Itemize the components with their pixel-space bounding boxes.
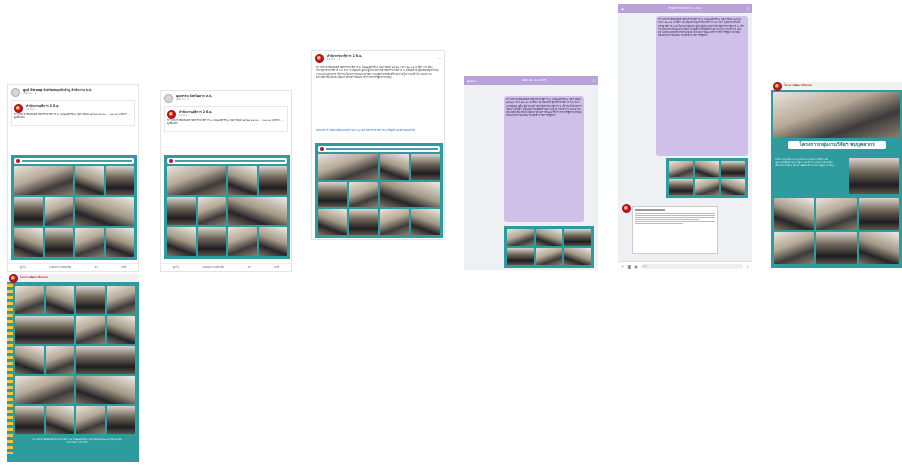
collage-banner xyxy=(318,146,440,152)
chat-message-bubble[interactable]: ข่าวประชาสัมพันธ์สำนักกรรมาธิการ ๒ ในพุฒ… xyxy=(504,96,584,222)
like-button[interactable]: ถูกใจ xyxy=(173,265,179,270)
message-text: ข่าวประชาสัมพันธ์สำนักกรรมาธิการ ๒ ในพุฒ… xyxy=(506,98,582,118)
org-logo xyxy=(773,82,782,91)
page-meta: 11 มิ.ย. · ⚲ xyxy=(327,58,341,61)
facebook-post-screenshot-1: ศูนย์ Strong จังหวัดหนองบัวลำภู สำนักงาน… xyxy=(7,84,139,272)
page-avatar[interactable] xyxy=(164,93,173,103)
photo-collage[interactable] xyxy=(315,143,443,238)
speaker-photo xyxy=(849,158,899,194)
message-input[interactable]: Aa xyxy=(641,263,744,269)
image-icon[interactable]: ▣ xyxy=(634,264,638,269)
chat-image-message[interactable] xyxy=(666,158,748,198)
line-chat-screenshot-2: ◀ สำนักกรรมาธิการ ๒ (OA) ☰ ข่าวประชาสัมพ… xyxy=(618,4,752,270)
poster-image-2: โครงการพัฒนาจริยธรรม ข่าวประชาสัมพันธ์สำ… xyxy=(7,274,139,462)
menu-icon[interactable]: ☰ xyxy=(746,7,749,11)
post-header: สำนักกรรมาธิการ 2 มิ.ย. 11 มิ.ย. · ⚲ ··· xyxy=(312,51,444,65)
facebook-post-screenshot-2: คุณธรรม จังหวัดตาก ส.ป. เมื่อวาน · ⚲ สำน… xyxy=(160,90,292,272)
shared-post[interactable]: สำนักงานอธิการ 2 มิ.ย. 11 มิ.ย. ข่าวประช… xyxy=(164,106,288,132)
menu-icon[interactable]: ☰ xyxy=(592,79,595,83)
more-options-icon[interactable]: ··· xyxy=(437,56,441,61)
post-actions-bar: ถูกใจ แสดงความคิดเห็น ส่ง แชร์ xyxy=(8,263,138,271)
chat-input-bar: + ◙ ▣ Aa ♪ xyxy=(618,261,752,270)
poster-title: โครงการกลุ่มงานวิจัยฯ พบบุคลากร xyxy=(787,140,887,150)
org-logo xyxy=(9,274,18,283)
group-photo xyxy=(773,92,900,138)
camera-icon[interactable]: ◙ xyxy=(627,264,631,269)
shared-time: 11 มิ.ย. xyxy=(179,114,189,117)
like-button[interactable]: ถูกใจ xyxy=(20,265,26,270)
post-actions-bar: ถูกใจ แสดงความคิดเห็น ส่ง แชร์ xyxy=(161,263,291,271)
post-text: ข่าวประชาสัมพันธ์สำนักกรรมาธิการ ๒ ในพุฒ… xyxy=(14,113,131,120)
microphone-icon[interactable]: ♪ xyxy=(746,264,749,269)
plus-icon[interactable]: + xyxy=(621,264,624,269)
org-logo-avatar xyxy=(14,103,23,113)
org-logo-avatar[interactable] xyxy=(315,53,324,63)
post-text: ข่าวประชาสัมพันธ์สำนักกรรมาธิการ ๒ ในพุฒ… xyxy=(167,119,284,126)
send-button[interactable]: ส่ง xyxy=(95,265,98,270)
collage-banner xyxy=(14,158,134,164)
comment-button[interactable]: แสดงความคิดเห็น xyxy=(49,265,71,270)
post-header: คุณธรรม จังหวัดตาก ส.ป. เมื่อวาน · ⚲ xyxy=(161,91,291,105)
poster-header: โครงการพัฒนาจริยธรรม xyxy=(771,82,902,91)
chat-topbar: ◀ สำนักกรรมาธิการ ๒ (OA) ☰ xyxy=(618,4,752,13)
sender-avatar[interactable] xyxy=(622,204,631,213)
send-button[interactable]: ส่ง xyxy=(248,265,251,270)
document-attachment[interactable] xyxy=(632,206,718,254)
line-chat-screenshot-1: ◀ 49+ ผอก.บก. ๑๘ (Off) ☰ ข่าวประชาสัมพัน… xyxy=(464,76,598,270)
share-button[interactable]: แชร์ xyxy=(121,265,126,270)
chat-title: สำนักกรรมาธิการ ๒ (OA) xyxy=(667,6,702,10)
hashtags[interactable]: #คนสภาร่วมขับเคลื่อนองค์กร Strong #สำนัก… xyxy=(316,128,415,132)
chat-title: ผอก.บก. ๑๘ (Off) xyxy=(522,78,547,82)
poster-caption: สำนักกรรมาธิการ ๒ ร่วมโครงการกลุ่มงานวิจ… xyxy=(775,158,834,167)
facebook-post-screenshot-3: สำนักกรรมาธิการ 2 มิ.ย. 11 มิ.ย. · ⚲ ···… xyxy=(311,50,445,240)
chat-topbar: ◀ 49+ ผอก.บก. ๑๘ (Off) ☰ xyxy=(464,76,598,85)
poster-caption: ข่าวประชาสัมพันธ์สำนักกรรมาธิการ ๒ ในพุฒ… xyxy=(32,438,122,444)
poster-header: โครงการพัฒนาจริยธรรม xyxy=(7,274,139,283)
shared-post[interactable]: สำนักงานอธิการ 2 มิ.ย. 11 มิ.ย. ข่าวประช… xyxy=(11,100,135,126)
side-decoration xyxy=(7,284,13,454)
poster-header-tag: โครงการพัฒนาจริยธรรม xyxy=(784,84,813,87)
photo-grid xyxy=(15,286,135,434)
photo-collage[interactable] xyxy=(164,155,290,259)
shared-time: 11 มิ.ย. xyxy=(26,108,36,111)
post-header: ศูนย์ Strong จังหวัดหนองบัวลำภู สำนักงาน… xyxy=(8,85,138,99)
back-button[interactable]: ◀ xyxy=(621,7,623,11)
poster-image-1: โครงการพัฒนาจริยธรรม โครงการกลุ่มงานวิจั… xyxy=(771,82,902,268)
org-logo-avatar xyxy=(167,109,176,119)
page-avatar[interactable] xyxy=(11,87,20,97)
back-button[interactable]: ◀ 49+ xyxy=(467,79,477,83)
share-button[interactable]: แชร์ xyxy=(274,265,279,270)
comment-button[interactable]: แสดงความคิดเห็น xyxy=(202,265,224,270)
chat-message-bubble[interactable]: ข่าวประชาสัมพันธ์สำนักกรรมาธิการ ๒ ในพุฒ… xyxy=(656,16,748,156)
page-meta: เมื่อวาน · ⚲ xyxy=(23,92,37,95)
collage-banner xyxy=(167,158,287,164)
photo-collage[interactable] xyxy=(11,155,137,260)
message-text: ข่าวประชาสัมพันธ์สำนักกรรมาธิการ ๒ ในพุฒ… xyxy=(658,18,744,38)
page-meta: เมื่อวาน · ⚲ xyxy=(176,98,190,101)
chat-image-message[interactable] xyxy=(504,226,594,268)
poster-header-tag: โครงการพัฒนาจริยธรรม xyxy=(20,276,49,279)
post-text: ข่าวประชาสัมพันธ์สำนักกรรมาธิการ ๒ ในพุฒ… xyxy=(316,65,439,79)
